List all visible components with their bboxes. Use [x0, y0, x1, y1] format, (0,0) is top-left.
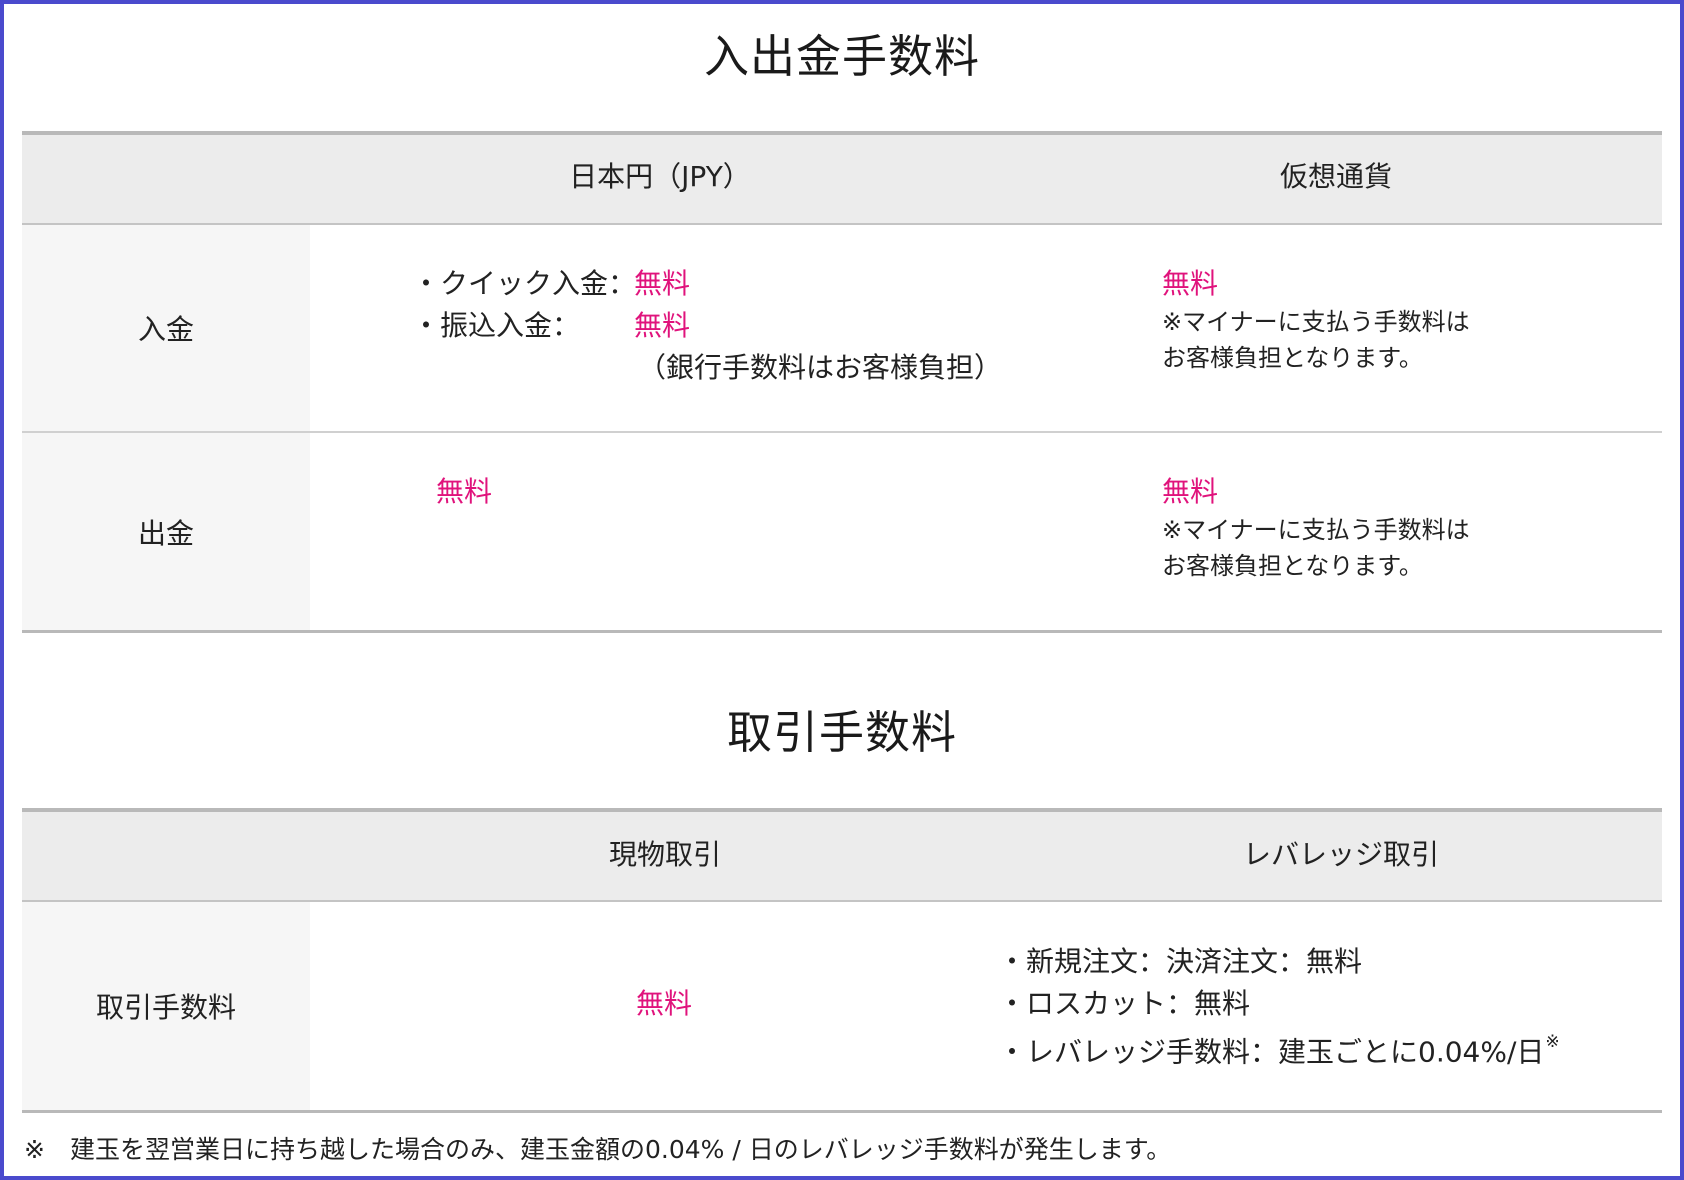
leverage-fee-line-loss-cut: ・ロスカット：無料 — [998, 987, 1251, 1020]
row-label-withdrawal: 出金 — [22, 433, 310, 630]
crypto-deposit-note-line2: お客様負担となります。 — [1162, 344, 1423, 372]
row-label-deposit-text: 入金 — [137, 313, 194, 346]
bank-transfer-value: 無料 — [634, 309, 691, 342]
leverage-fee-line-new-order: ・新規注文：決済注文：無料 — [998, 945, 1363, 978]
crypto-deposit-note-line1: ※マイナーに支払う手数料は — [1162, 308, 1470, 336]
leverage-fee-line-leverage: ・レバレッジ手数料：建玉ごとに0.04%/日※ — [998, 1029, 1560, 1069]
deposit-fee-title: 入出金手数料 — [703, 30, 980, 83]
leverage-fee-text: ・レバレッジ手数料：建玉ごとに0.04%/日 — [998, 1035, 1545, 1069]
crypto-withdrawal-value: 無料 — [1162, 475, 1219, 508]
table-bottom-rule — [22, 1110, 1662, 1113]
row-label-trading-fee: 取引手数料 — [22, 902, 310, 1110]
jpy-withdrawal-value: 無料 — [436, 475, 493, 508]
row-label-withdrawal-text: 出金 — [137, 516, 194, 550]
column-header-spot: 現物取引 — [608, 838, 721, 871]
crypto-withdrawal-note-line2: お客様負担となります。 — [1162, 552, 1423, 580]
column-header-jpy: 日本円（JPY） — [569, 160, 751, 193]
bank-transfer-note: （銀行手数料はお客様負担） — [638, 351, 1003, 384]
quick-deposit-value: 無料 — [634, 267, 691, 300]
row-label-trading-fee-text: 取引手数料 — [95, 991, 236, 1024]
crypto-withdrawal-note-line1: ※マイナーに支払う手数料は — [1162, 516, 1470, 544]
column-header-leverage: レバレッジ取引 — [1242, 838, 1439, 871]
footnote-mark: ※ — [24, 1135, 45, 1164]
trading-fee-title: 取引手数料 — [726, 706, 957, 759]
row-label-deposit: 入金 — [22, 225, 310, 431]
spot-trading-fee-value: 無料 — [636, 987, 693, 1020]
crypto-deposit-value: 無料 — [1162, 267, 1219, 300]
quick-deposit-label: ・クイック入金： — [412, 267, 637, 300]
bank-transfer-label: ・振込入金： — [412, 309, 581, 342]
leverage-fee-footnote-mark: ※ — [1545, 1032, 1560, 1052]
section-divider — [22, 630, 1662, 633]
column-header-crypto: 仮想通貨 — [1279, 160, 1392, 193]
footnote-text: 建玉を翌営業日に持ち越した場合のみ、建玉金額の0.04% / 日のレバレッジ手数… — [70, 1135, 1172, 1164]
